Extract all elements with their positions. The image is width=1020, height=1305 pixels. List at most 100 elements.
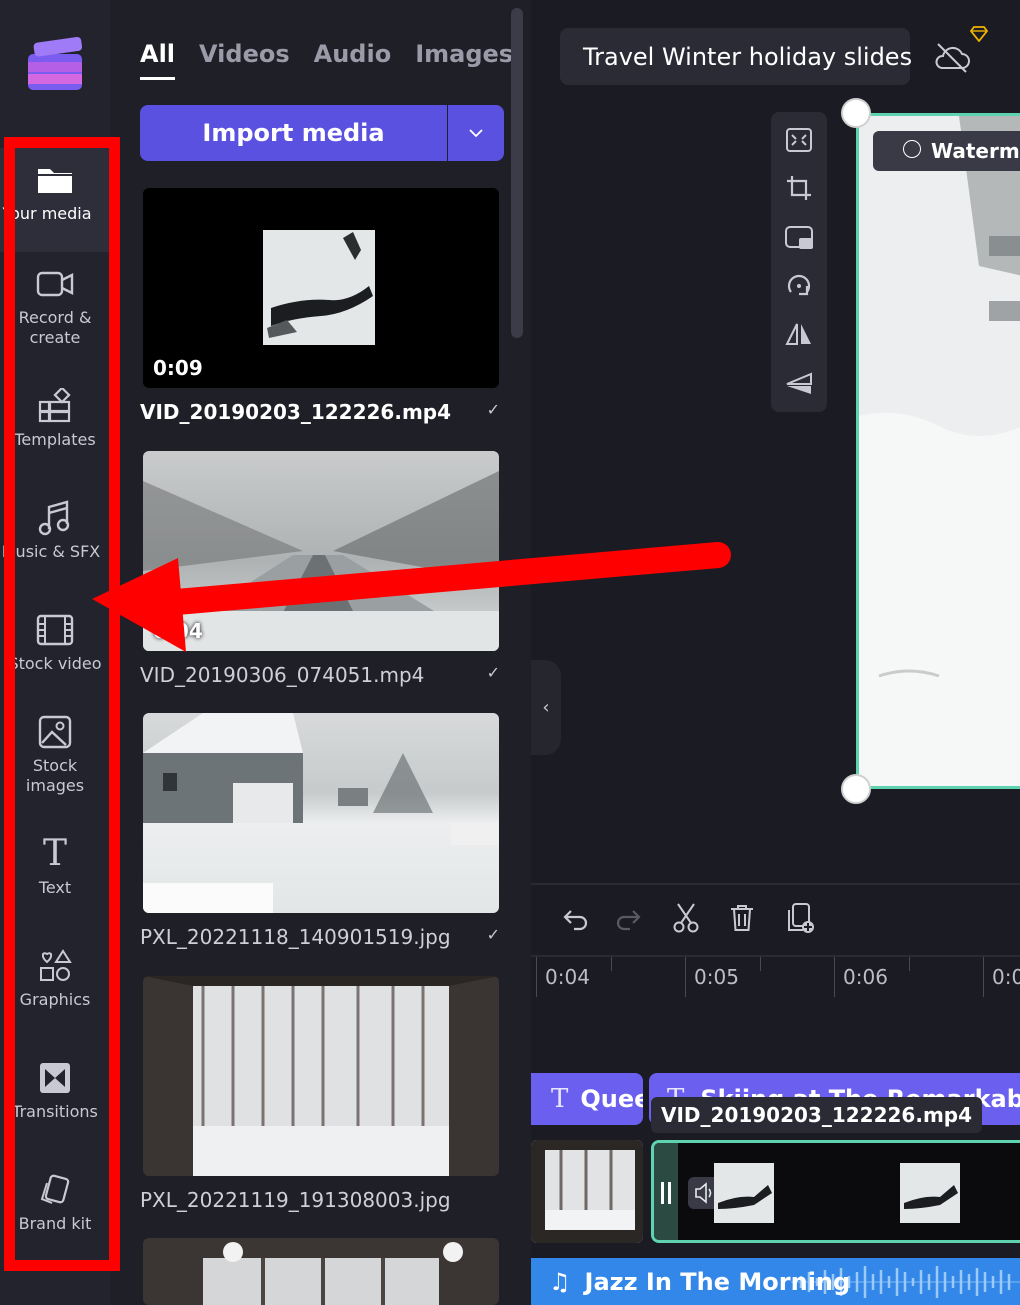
redo-icon [616,910,641,931]
flip-horizontal-icon [785,323,811,345]
tab-audio[interactable]: Audio [314,40,392,80]
nav-templates[interactable]: Templates [0,374,110,478]
duplicate-button[interactable] [782,900,818,936]
media-thumbnail [143,976,499,1176]
premium-gem-icon [970,26,988,42]
nav-label: Templates [14,430,96,449]
media-item[interactable] [140,1238,500,1305]
check-icon: ✓ [486,400,500,419]
ruler-tick [611,957,612,971]
watermark-notice[interactable]: Watermar [873,131,1020,171]
split-button[interactable] [668,900,704,936]
rotate-button[interactable] [783,270,815,302]
scissors-icon [673,903,699,933]
fit-button[interactable] [783,124,815,156]
camera-icon [35,264,75,304]
nav-label: Transitions [12,1102,98,1121]
nav-label: Music & SFX [1,542,101,561]
ruler-label: 0:0 [992,965,1020,989]
collapse-panel-button[interactable]: ‹ [531,660,561,755]
media-item[interactable]: 0:09 VID_20190203_122226.mp4 ✓ [140,188,500,424]
text-clip[interactable]: T Quee [531,1073,643,1125]
trim-handle[interactable] [654,1143,678,1240]
image-icon [35,712,75,752]
ruler-label: 0:06 [843,965,888,989]
nav-text[interactable]: T Text [0,822,110,926]
timeline-divider [531,883,1020,885]
tab-videos[interactable]: Videos [199,40,290,80]
media-item[interactable]: PXL_20221118_140901519.jpg ✓ [140,713,500,949]
undo-button[interactable] [556,900,592,936]
nav-label: Record & create [18,308,92,347]
nav-label: Stock images [25,756,85,795]
import-dropdown-button[interactable] [448,105,504,161]
nav-stock-images[interactable]: Stock images [0,700,110,804]
text-clip-label: Quee [580,1085,643,1113]
watermark-label: Watermar [931,139,1020,163]
timeline-ruler[interactable] [531,955,1020,1005]
nav-music-sfx[interactable]: Music & SFX [0,486,110,590]
media-filename: PXL_20221118_140901519.jpg [140,925,451,949]
app-logo [28,36,83,90]
redo-button[interactable] [612,900,648,936]
ruler-label: 0:05 [694,965,739,989]
media-duration: 0:09 [153,356,203,380]
ruler-tick [685,957,686,997]
video-clip-selected[interactable] [651,1140,1020,1243]
audio-clip[interactable]: ♫ Jazz In The Morning [531,1258,1020,1305]
nav-brand-kit[interactable]: Brand kit [0,1158,110,1262]
clipchamp-editor: Your media Record & create Templates Mus… [0,0,1020,1305]
nav-transitions[interactable]: Transitions [0,1046,110,1150]
resize-handle-bottom[interactable] [841,774,871,804]
nav-graphics[interactable]: Graphics [0,934,110,1038]
chevron-left-icon: ‹ [542,697,550,718]
nav-your-media[interactable]: Your media [0,148,110,252]
audio-clip-label: Jazz In The Morning [584,1267,851,1296]
flip-vertical-icon [786,372,812,394]
cloud-off-icon[interactable] [932,38,972,78]
media-thumbnail: 0:09 [143,188,499,388]
media-tabs: All Videos Audio Images [140,40,513,80]
music-icon [35,498,75,538]
tab-all[interactable]: All [140,40,176,80]
film-icon [35,610,75,650]
delete-button[interactable] [724,900,760,936]
chevron-down-icon [469,129,483,138]
resize-handle-top[interactable] [841,98,871,128]
brand-kit-icon [35,1170,75,1210]
ruler-tick [909,957,910,971]
video-clip[interactable] [531,1140,643,1243]
picture-in-picture-icon [785,226,813,249]
media-item[interactable]: PXL_20221119_191308003.jpg [140,976,500,1212]
video-preview[interactable] [856,113,1020,789]
nav-label: Your media [2,204,92,223]
trash-icon [731,905,753,931]
media-filename: VID_20190306_074051.mp4 [140,663,425,687]
media-thumbnail: 0:04 [143,451,499,651]
shapes-icon [35,946,75,986]
pip-button[interactable] [783,222,815,254]
flip-vertical-button[interactable] [783,368,815,400]
panel-scrollbar[interactable] [511,8,523,338]
flip-horizontal-button[interactable] [783,318,815,350]
media-filename: PXL_20221119_191308003.jpg [140,1188,451,1212]
media-item[interactable]: 0:04 VID_20190306_074051.mp4 ✓ [140,451,500,687]
project-title[interactable]: Travel Winter holiday slides [560,28,912,85]
nav-label: Text [38,878,72,897]
import-media-button[interactable]: Import media [140,105,447,161]
nav-record-create[interactable]: Record & create [0,252,110,356]
crop-icon [787,176,811,200]
nav-label: Stock video [8,654,102,673]
media-thumbnail [143,713,499,913]
check-icon: ✓ [486,925,500,944]
info-icon [903,140,921,158]
preview-toolbar [771,112,827,412]
nav-label: Brand kit [18,1214,92,1233]
left-navigation: Your media Record & create Templates Mus… [0,0,110,1305]
crop-button[interactable] [783,172,815,204]
media-panel: All Videos Audio Images Import media 0:0… [110,0,531,1305]
tab-images[interactable]: Images [415,40,513,80]
rotate-icon [787,274,811,296]
media-filename: VID_20190203_122226.mp4 [140,400,452,424]
nav-stock-video[interactable]: Stock video [0,598,110,702]
